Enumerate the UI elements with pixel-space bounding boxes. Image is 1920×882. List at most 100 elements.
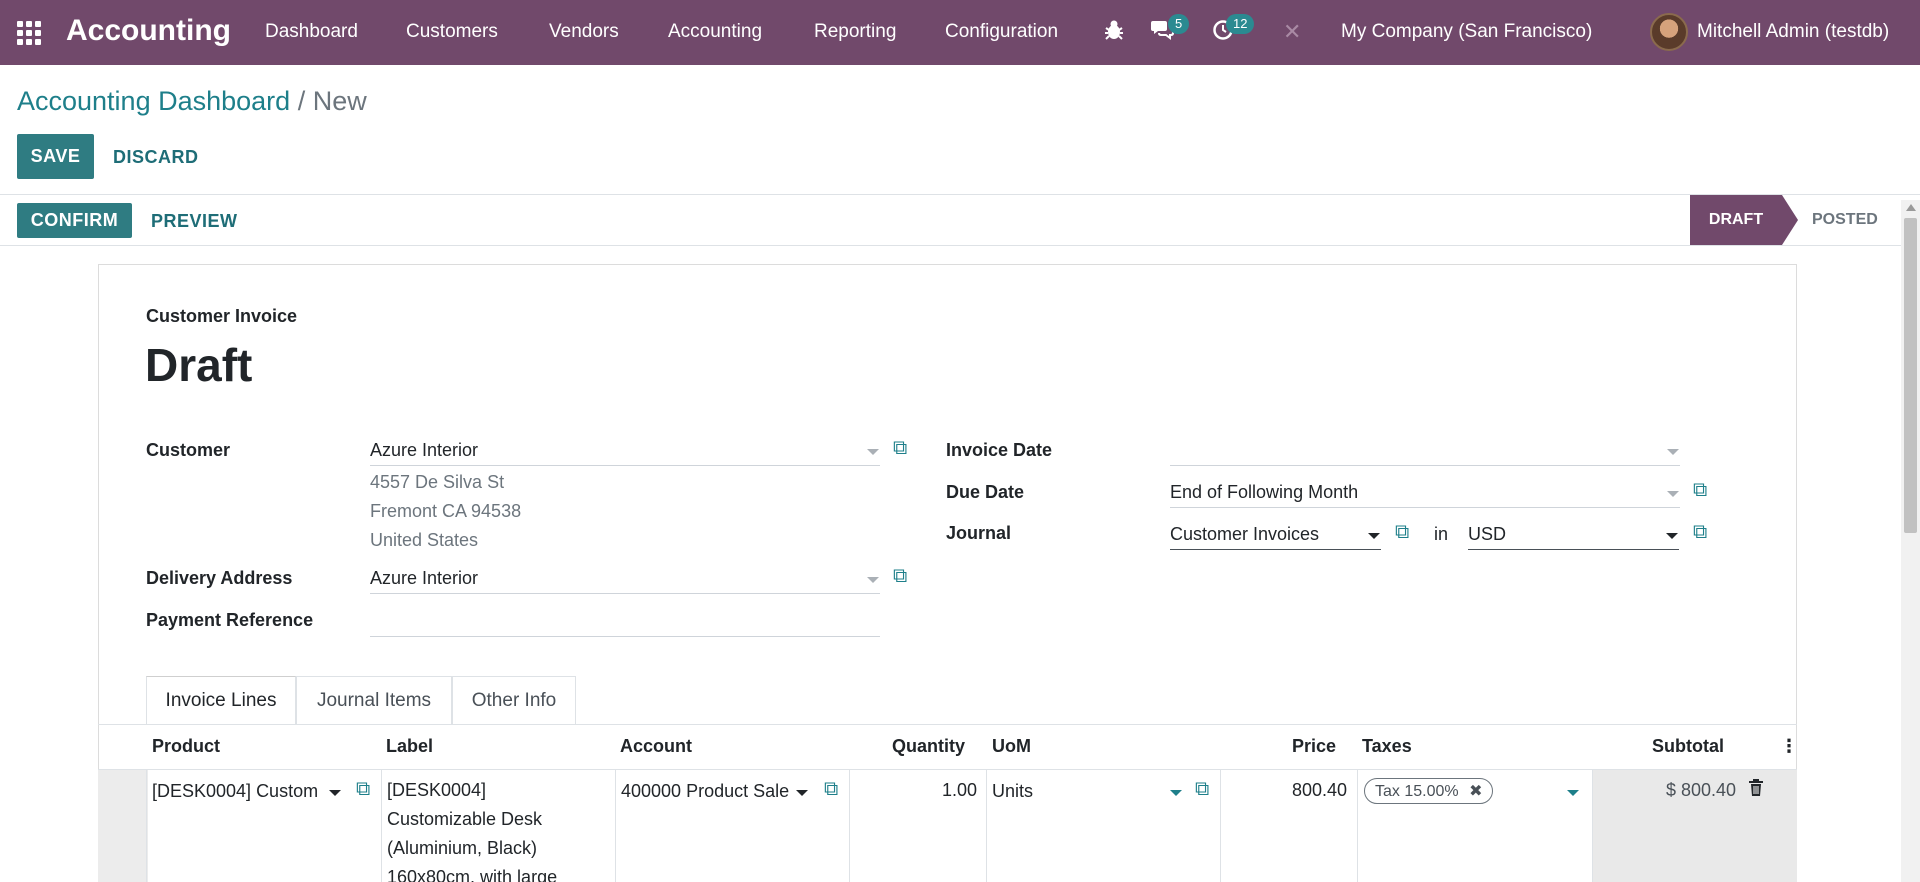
user-avatar[interactable]: [1650, 13, 1688, 51]
due-date-external-link-icon[interactable]: ⧉: [1693, 480, 1707, 500]
divider: [0, 194, 1920, 195]
save-button[interactable]: SAVE: [17, 134, 94, 179]
app-brand[interactable]: Accounting: [66, 14, 231, 48]
line-label-text[interactable]: [DESK0004]: [387, 780, 486, 801]
column-header-account[interactable]: Account: [620, 736, 692, 757]
nav-reporting[interactable]: Reporting: [814, 21, 896, 43]
tax-tag[interactable]: Tax 15.00% ✖: [1364, 778, 1494, 804]
taxes-dropdown-icon[interactable]: [1567, 790, 1579, 796]
activities-count-badge: 12: [1226, 14, 1255, 34]
tools-icon[interactable]: ✕: [1283, 19, 1301, 45]
payment-reference-input[interactable]: [370, 607, 880, 637]
product-external-link-icon[interactable]: ⧉: [356, 779, 370, 799]
user-menu[interactable]: Mitchell Admin (testdb): [1697, 21, 1889, 43]
currency-dropdown-icon[interactable]: [1666, 533, 1678, 539]
line-price-field[interactable]: 800.40: [1292, 780, 1347, 801]
customer-dropdown-icon[interactable]: [867, 449, 879, 455]
journal-external-link-icon[interactable]: ⧉: [1395, 522, 1409, 542]
invoice-date-dropdown-icon[interactable]: [1667, 449, 1679, 455]
column-header-label[interactable]: Label: [386, 736, 433, 757]
delivery-address-field[interactable]: Azure Interior: [370, 564, 880, 594]
line-uom-field[interactable]: Units: [992, 781, 1033, 802]
top-navbar: Accounting Dashboard Customers Vendors A…: [0, 0, 1920, 65]
line-product-field[interactable]: [DESK0004] Custom: [152, 781, 318, 802]
scroll-up-arrow-icon[interactable]: [1906, 204, 1916, 211]
due-date-field[interactable]: End of Following Month: [1170, 478, 1680, 508]
breadcrumb-current: New: [312, 86, 367, 116]
nav-accounting[interactable]: Accounting: [668, 21, 762, 43]
page-scrollbar[interactable]: [1901, 200, 1920, 882]
table-row[interactable]: [DESK0004] Custom ⧉ [DESK0004] Customiza…: [98, 769, 1797, 882]
customer-external-link-icon[interactable]: ⧉: [893, 438, 907, 458]
delivery-external-link-icon[interactable]: ⧉: [893, 566, 907, 586]
column-header-price[interactable]: Price: [1292, 736, 1336, 757]
apps-menu-icon[interactable]: [17, 21, 41, 45]
column-divider: [146, 770, 147, 882]
product-dropdown-icon[interactable]: [329, 790, 341, 796]
discard-button[interactable]: DISCARD: [113, 147, 199, 168]
uom-dropdown-icon[interactable]: [1170, 790, 1182, 796]
column-header-subtotal[interactable]: Subtotal: [1652, 736, 1724, 757]
tab-other-info[interactable]: Other Info: [452, 676, 576, 724]
company-switcher[interactable]: My Company (San Francisco): [1341, 21, 1592, 43]
messages-count-badge: 5: [1168, 14, 1190, 34]
column-header-uom[interactable]: UoM: [992, 736, 1031, 757]
breadcrumb-parent[interactable]: Accounting Dashboard: [17, 86, 290, 116]
column-divider: [1220, 770, 1221, 882]
divider: [0, 245, 1920, 246]
line-quantity-field[interactable]: 1.00: [942, 780, 977, 801]
row-handle: [98, 770, 148, 882]
column-divider: [986, 770, 987, 882]
line-account-field[interactable]: 400000 Product Sale: [621, 781, 801, 802]
journal-dropdown-icon[interactable]: [1368, 533, 1380, 539]
uom-external-link-icon[interactable]: ⧉: [1195, 779, 1209, 799]
account-dropdown-icon[interactable]: [796, 790, 808, 796]
line-label-text[interactable]: (Aluminium, Black): [387, 838, 537, 859]
column-header-product[interactable]: Product: [152, 736, 220, 757]
column-divider: [1357, 770, 1358, 882]
line-label-text[interactable]: Customizable Desk: [387, 809, 542, 830]
preview-button[interactable]: PREVIEW: [151, 211, 238, 232]
move-type-label: Customer Invoice: [146, 306, 298, 326]
column-header-taxes[interactable]: Taxes: [1362, 736, 1412, 757]
breadcrumb-separator: /: [297, 86, 306, 116]
journal-label: Journal: [946, 523, 1012, 543]
debug-bug-icon[interactable]: [1104, 19, 1124, 47]
nav-dashboard[interactable]: Dashboard: [265, 21, 358, 43]
due-date-dropdown-icon[interactable]: [1667, 491, 1679, 497]
column-divider: [849, 770, 850, 882]
nav-vendors[interactable]: Vendors: [549, 21, 619, 43]
journal-field[interactable]: Customer Invoices: [1170, 520, 1381, 550]
invoice-title: Draft: [145, 339, 253, 391]
invoice-date-label: Invoice Date: [946, 440, 1053, 460]
status-posted[interactable]: POSTED: [1812, 211, 1878, 229]
scrollbar-thumb[interactable]: [1904, 218, 1917, 533]
nav-customers[interactable]: Customers: [406, 21, 498, 43]
optional-columns-icon[interactable]: ⋮: [1780, 736, 1798, 757]
delete-line-trash-icon[interactable]: [1749, 779, 1763, 801]
line-label-text[interactable]: 160x80cm, with large: [387, 867, 557, 882]
due-date-label: Due Date: [946, 482, 1025, 502]
status-draft[interactable]: DRAFT: [1690, 195, 1798, 245]
column-header-quantity[interactable]: Quantity: [892, 736, 965, 757]
column-divider: [381, 770, 382, 882]
currency-field[interactable]: USD: [1468, 520, 1679, 550]
customer-field[interactable]: Azure Interior: [370, 436, 880, 466]
delivery-address-label: Delivery Address: [146, 568, 293, 588]
invoice-date-input[interactable]: [1170, 436, 1680, 466]
address-line: 4557 De Silva St: [370, 472, 505, 492]
confirm-button[interactable]: CONFIRM: [17, 203, 132, 238]
account-external-link-icon[interactable]: ⧉: [824, 779, 838, 799]
tab-journal-items[interactable]: Journal Items: [296, 676, 452, 724]
column-divider: [615, 770, 616, 882]
currency-external-link-icon[interactable]: ⧉: [1693, 522, 1707, 542]
customer-label: Customer: [146, 440, 231, 460]
tax-remove-icon[interactable]: ✖: [1469, 783, 1482, 800]
nav-configuration[interactable]: Configuration: [945, 21, 1058, 43]
column-divider: [1592, 770, 1593, 882]
delivery-dropdown-icon[interactable]: [867, 577, 879, 583]
tab-invoice-lines[interactable]: Invoice Lines: [146, 676, 296, 724]
line-subtotal: $ 800.40: [1666, 780, 1737, 800]
payment-reference-label: Payment Reference: [146, 610, 314, 630]
tax-tag-label: Tax 15.00%: [1375, 783, 1459, 800]
